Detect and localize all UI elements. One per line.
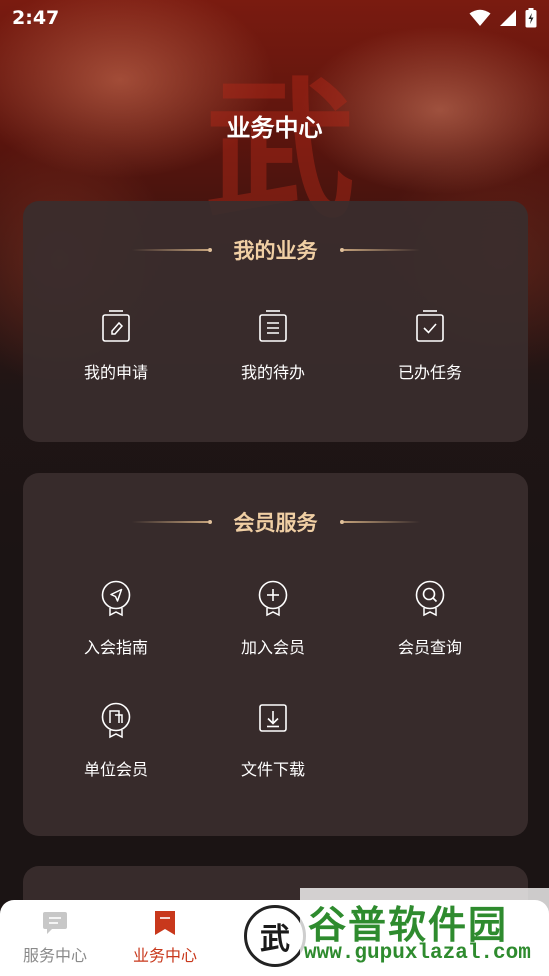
status-bar: 2:47 [0, 0, 549, 36]
my-todos-button[interactable]: 我的待办 [193, 309, 353, 409]
tab-business-center-label: 业务中心 [132, 946, 197, 965]
my-applications-label: 我的申请 [83, 363, 148, 382]
file-download-label: 文件下载 [240, 760, 305, 779]
my-applications-button[interactable]: 我的申请 [36, 309, 196, 409]
page-title: 业务中心 [226, 114, 323, 142]
bookmark-icon [155, 911, 175, 935]
my-business-header: 我的业务 [23, 235, 528, 265]
watermark-url: www.gupuxlazal.com [304, 942, 531, 965]
header-divider-left [131, 521, 208, 523]
site-watermark: 谷普软件园 www.gupuxlazal.com [300, 888, 549, 976]
building-badge-icon [101, 702, 131, 739]
compass-badge-icon [101, 580, 131, 617]
membership-guide-label: 入会指南 [83, 638, 148, 657]
join-member-button[interactable]: 加入会员 [193, 580, 353, 680]
signal-icon [500, 10, 516, 26]
chat-bubble-icon [43, 912, 67, 934]
completed-tasks-label: 已办任务 [397, 363, 462, 382]
join-member-label: 加入会员 [240, 638, 305, 657]
header-dot-left [207, 520, 212, 524]
todo-list-icon [259, 310, 287, 342]
header-dot-left [207, 248, 212, 252]
header-divider-right [343, 521, 420, 523]
header-divider-right [343, 249, 420, 251]
file-download-button[interactable]: 文件下载 [193, 702, 353, 802]
member-search-label: 会员查询 [397, 638, 462, 657]
member-services-header: 会员服务 [23, 507, 528, 537]
download-icon [259, 704, 287, 732]
membership-guide-button[interactable]: 入会指南 [36, 580, 196, 680]
check-document-icon [416, 310, 444, 342]
edit-document-icon [102, 310, 130, 342]
tab-service-center[interactable]: 服务中心 [0, 910, 110, 970]
completed-tasks-button[interactable]: 已办任务 [350, 309, 510, 409]
plus-badge-icon [258, 580, 288, 617]
my-business-title: 我的业务 [233, 239, 318, 263]
organization-member-label: 单位会员 [83, 760, 148, 779]
battery-icon [525, 8, 537, 28]
center-logo-glyph: 武 [260, 922, 290, 957]
member-search-button[interactable]: 会员查询 [350, 580, 510, 680]
status-time: 2:47 [12, 7, 60, 29]
center-logo-button[interactable]: 武 [244, 905, 306, 967]
my-business-card: 我的业务 我的申请 我的待办 已办任务 [23, 201, 528, 442]
my-todos-label: 我的待办 [240, 363, 305, 382]
member-services-title: 会员服务 [233, 511, 318, 535]
search-badge-icon [415, 580, 445, 617]
wifi-icon [469, 9, 491, 26]
header-divider-left [131, 249, 208, 251]
tab-business-center[interactable]: 业务中心 [110, 910, 220, 970]
tab-service-center-label: 服务中心 [22, 946, 87, 965]
watermark-title: 谷普软件园 [308, 903, 509, 947]
member-services-card: 会员服务 入会指南 加入会员 会员查询 单位会员 文件下载 [23, 473, 528, 836]
status-icons [469, 8, 537, 28]
organization-member-button[interactable]: 单位会员 [36, 702, 196, 802]
